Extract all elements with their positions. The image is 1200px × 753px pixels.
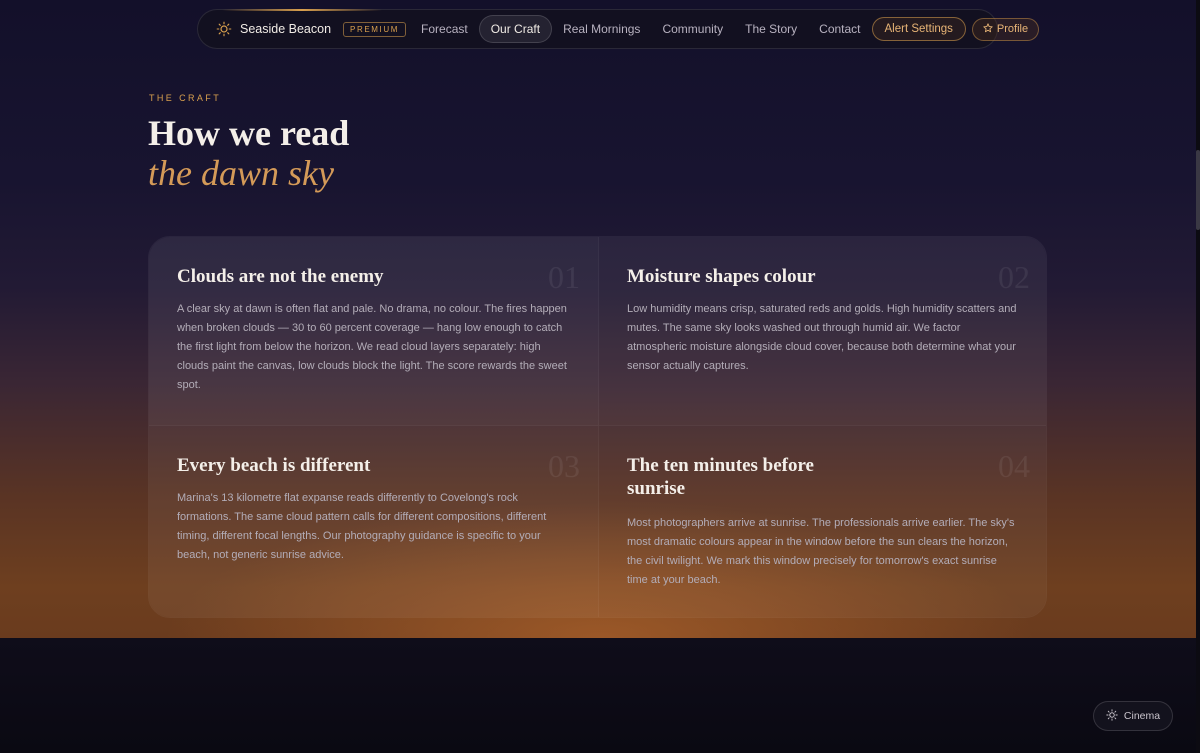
card-moisture: 02 Moisture shapes colour Low humidity m… (599, 237, 1046, 426)
profile-label: Profile (996, 23, 1029, 35)
alert-settings-button[interactable]: Alert Settings (871, 17, 966, 41)
card-number: 03 (548, 448, 580, 484)
card-title: Every beach is different (177, 455, 371, 476)
page-title: How we read (148, 113, 350, 153)
card-body: Marina's 13 kilometre flat expanse reads… (177, 492, 547, 561)
star-icon (983, 22, 993, 36)
card-title: Moisture shapes colour (627, 266, 816, 287)
premium-badge: PREMIUM (343, 21, 407, 37)
card-number: 01 (548, 259, 580, 295)
nav-link-the-story[interactable]: The Story (734, 16, 808, 42)
nav-link-contact[interactable]: Contact (808, 16, 871, 42)
nav-links: Forecast Our Craft Real Mornings Communi… (410, 15, 871, 43)
nav-link-community[interactable]: Community (651, 16, 734, 42)
nav-link-real-mornings[interactable]: Real Mornings (552, 16, 651, 42)
nav-actions: Alert Settings Profile (871, 17, 1040, 41)
nav-glow (222, 9, 382, 11)
card-body: Most photographers arrive at sunrise. Th… (627, 517, 1015, 586)
brand[interactable]: Seaside Beacon (216, 21, 331, 37)
card-beach: 03 Every beach is different Marina's 13 … (149, 426, 599, 617)
top-nav: Seaside Beacon PREMIUM Forecast Our Craf… (197, 9, 1040, 49)
scrollbar-thumb[interactable] (1196, 150, 1200, 230)
nav-link-our-craft[interactable]: Our Craft (478, 15, 553, 43)
cinema-button[interactable]: Cinema (1093, 701, 1173, 731)
nav-link-forecast[interactable]: Forecast (410, 16, 479, 42)
card-number: 04 (998, 448, 1030, 484)
card-clouds: 01 Clouds are not the enemy A clear sky … (149, 237, 599, 426)
profile-button[interactable]: Profile (971, 17, 1040, 41)
card-title: The ten minutes before sunrise (627, 455, 814, 499)
section-eyebrow: THE CRAFT (149, 93, 222, 103)
card-number: 02 (998, 259, 1030, 295)
craft-cards-grid: 01 Clouds are not the enemy A clear sky … (148, 236, 1047, 618)
card-body: A clear sky at dawn is often flat and pa… (177, 303, 567, 391)
sun-icon (216, 21, 232, 37)
card-title: Clouds are not the enemy (177, 266, 384, 287)
sun-icon (1106, 708, 1118, 724)
lower-section (0, 638, 1200, 753)
card-body: Low humidity means crisp, saturated reds… (627, 303, 1017, 372)
card-ten-minutes: 04 The ten minutes before sunrise Most p… (599, 426, 1046, 617)
page-title-italic: the dawn sky (148, 153, 334, 193)
scrollbar-track[interactable] (1196, 0, 1200, 753)
brand-name: Seaside Beacon (240, 22, 332, 36)
cinema-label: Cinema (1123, 710, 1161, 722)
